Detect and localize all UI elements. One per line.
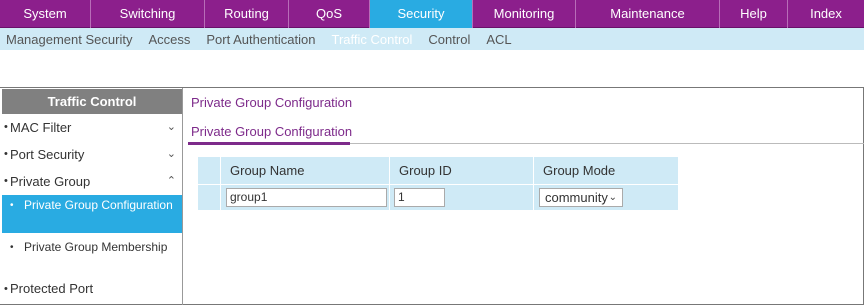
nav-item-mac-filter[interactable]: • MAC Filter ⌄ — [2, 114, 182, 141]
tab-routing[interactable]: Routing — [205, 0, 289, 28]
top-menu-bar: System Switching Routing QoS Security Mo… — [0, 0, 864, 28]
subtab-active-underline — [188, 142, 350, 145]
bullet-icon: • — [10, 242, 14, 253]
header-group-name: Group Name — [230, 163, 305, 178]
tab-help[interactable]: Help — [720, 0, 788, 28]
nav-item-label: Private Group — [10, 174, 91, 189]
tab-monitoring[interactable]: Monitoring — [473, 0, 576, 28]
submenu-management-security[interactable]: Management Security — [6, 32, 132, 47]
nav-divider — [182, 88, 183, 305]
left-nav: Traffic Control • MAC Filter ⌄ • Port Se… — [2, 89, 182, 305]
group-id-input[interactable]: 1 — [394, 188, 445, 207]
nav-sub-label: Private Group Configuration — [24, 198, 173, 212]
nav-item-label: Protected Port — [10, 281, 94, 296]
chevron-up-icon[interactable]: ⌃ — [167, 168, 176, 195]
tab-switching[interactable]: Switching — [91, 0, 205, 28]
tab-system[interactable]: System — [0, 0, 91, 28]
bullet-icon: • — [4, 148, 8, 160]
group-name-input[interactable]: group1 — [226, 188, 387, 207]
bullet-icon: • — [4, 121, 8, 133]
tab-qos[interactable]: QoS — [289, 0, 370, 28]
left-nav-header: Traffic Control — [2, 89, 182, 114]
submenu-port-authentication[interactable]: Port Authentication — [206, 32, 315, 47]
sub-menu-bar: Management Security Access Port Authenti… — [0, 28, 864, 50]
row-divider — [198, 184, 678, 185]
tab-maintenance[interactable]: Maintenance — [576, 0, 720, 28]
bullet-icon: • — [4, 175, 8, 187]
nav-sub-private-group-configuration[interactable]: • Private Group Configuration — [2, 195, 182, 233]
nav-sub-private-group-membership[interactable]: • Private Group Membership — [2, 233, 182, 277]
submenu-access[interactable]: Access — [148, 32, 190, 47]
nav-sub-label: Private Group Membership — [24, 240, 168, 254]
page-title: Private Group Configuration — [191, 95, 353, 110]
nav-item-port-security[interactable]: • Port Security ⌄ — [2, 141, 182, 168]
header-group-mode: Group Mode — [543, 163, 616, 178]
chevron-down-icon[interactable]: ⌄ — [167, 141, 176, 168]
nav-item-private-group[interactable]: • Private Group ⌃ — [2, 168, 182, 195]
nav-item-label: MAC Filter — [10, 120, 72, 135]
header-group-id: Group ID — [399, 163, 452, 178]
submenu-acl[interactable]: ACL — [486, 32, 511, 47]
chevron-down-icon[interactable]: ⌄ — [167, 114, 176, 141]
tab-private-group-configuration[interactable]: Private Group Configuration — [191, 124, 352, 139]
private-group-table: Group Name Group ID Group Mode group1 1 … — [198, 157, 678, 210]
bullet-icon: • — [4, 283, 8, 295]
group-mode-select[interactable]: community ⌄ — [539, 188, 623, 207]
group-mode-value: community — [545, 190, 608, 205]
bullet-icon: • — [10, 200, 14, 211]
nav-item-label: Port Security — [10, 147, 85, 162]
chevron-down-icon: ⌄ — [608, 192, 617, 203]
nav-item-protected-port[interactable]: • Protected Port — [2, 277, 182, 301]
tab-index[interactable]: Index — [788, 0, 864, 28]
submenu-traffic-control[interactable]: Traffic Control — [332, 32, 413, 47]
tab-security[interactable]: Security — [370, 0, 473, 28]
submenu-control[interactable]: Control — [428, 32, 470, 47]
